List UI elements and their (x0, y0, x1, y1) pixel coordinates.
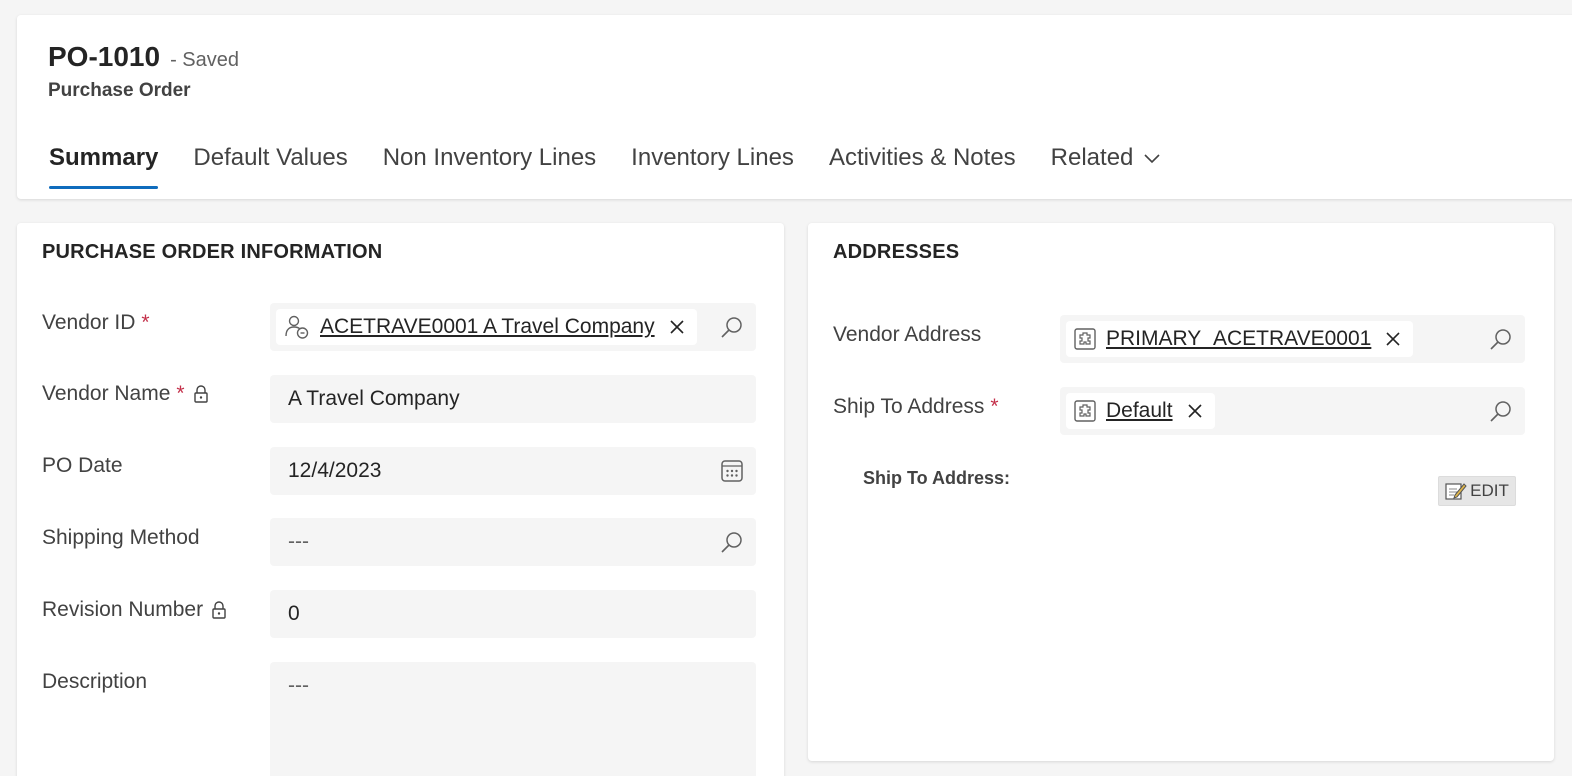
tab-related-label: Related (1050, 144, 1134, 171)
addresses-section: ADDRESSES Vendor Address PRIMARY_ACETRAV… (808, 223, 1554, 761)
record-header: PO-1010 - Saved Purchase Order Summary D… (17, 15, 1572, 199)
shipping-method-label-text: Shipping Method (42, 526, 200, 549)
edit-address-button[interactable]: EDIT (1438, 476, 1516, 506)
vendor-address-link[interactable]: PRIMARY_ACETRAVE0001 (1106, 327, 1371, 351)
vendor-address-chip: PRIMARY_ACETRAVE0001 (1066, 321, 1414, 357)
vendor-address-label-text: Vendor Address (833, 323, 982, 346)
vendor-id-link[interactable]: ACETRAVE0001 A Travel Company (320, 315, 655, 339)
search-icon[interactable] (1489, 399, 1513, 423)
required-marker: * (176, 382, 185, 405)
vendor-name-label: Vendor Name * (42, 382, 209, 406)
section-title: PURCHASE ORDER INFORMATION (42, 241, 383, 263)
close-icon[interactable] (669, 319, 685, 335)
po-date-field[interactable]: 12/4/2023 (270, 447, 756, 495)
required-marker: * (990, 395, 999, 418)
calendar-icon[interactable] (720, 459, 744, 483)
revision-number-field[interactable]: 0 (270, 590, 756, 638)
vendor-icon (284, 314, 310, 340)
address-icon (1074, 400, 1096, 422)
vendor-address-label: Vendor Address (833, 323, 981, 347)
shipping-method-label: Shipping Method (42, 526, 200, 550)
vendor-id-label-text: Vendor ID (42, 311, 136, 334)
lock-icon (193, 385, 209, 403)
required-marker: * (141, 311, 150, 334)
revision-number-label-text: Revision Number (42, 598, 204, 621)
record-title: PO-1010 (48, 41, 161, 72)
tab-default-values[interactable]: Default Values (193, 138, 347, 178)
revision-number-value: 0 (288, 602, 300, 625)
ship-to-address-link[interactable]: Default (1106, 399, 1173, 423)
tab-summary[interactable]: Summary (49, 138, 159, 189)
section-title: ADDRESSES (833, 241, 960, 263)
po-date-value: 12/4/2023 (288, 459, 382, 482)
edit-label: EDIT (1470, 481, 1509, 500)
close-icon[interactable] (1385, 331, 1401, 347)
vendor-id-label: Vendor ID * (42, 311, 150, 335)
vendor-name-field[interactable]: A Travel Company (270, 375, 756, 423)
search-icon[interactable] (720, 315, 744, 339)
description-label-text: Description (42, 670, 148, 693)
tab-bar: Summary Default Values Non Inventory Lin… (49, 138, 1196, 190)
record-status: - Saved (170, 49, 240, 71)
vendor-id-lookup[interactable]: ACETRAVE0001 A Travel Company (270, 303, 756, 351)
revision-number-label: Revision Number (42, 598, 227, 622)
po-date-label-text: PO Date (42, 454, 123, 477)
title-row: PO-1010 - Saved (48, 41, 239, 73)
ship-to-address-label: Ship To Address * (833, 395, 999, 419)
edit-icon (1445, 483, 1467, 500)
description-field[interactable]: --- (270, 662, 756, 776)
ship-to-address-subheading: Ship To Address: (863, 468, 1011, 488)
ship-to-address-lookup[interactable]: Default (1060, 387, 1525, 435)
description-value: --- (288, 674, 309, 697)
description-label: Description (42, 670, 147, 694)
search-icon[interactable] (1489, 327, 1513, 351)
tab-inventory-lines[interactable]: Inventory Lines (631, 138, 794, 178)
tab-activities-notes[interactable]: Activities & Notes (829, 138, 1016, 178)
lock-icon (211, 601, 227, 619)
shipping-method-value: --- (288, 530, 309, 553)
address-icon (1074, 328, 1096, 350)
po-date-label: PO Date (42, 454, 123, 478)
vendor-name-value: A Travel Company (288, 387, 460, 410)
vendor-name-label-text: Vendor Name (42, 382, 171, 405)
vendor-id-chip: ACETRAVE0001 A Travel Company (276, 309, 697, 345)
chevron-down-icon (1143, 152, 1161, 164)
po-information-section: PURCHASE ORDER INFORMATION Vendor ID * A… (17, 223, 784, 776)
tab-non-inventory-lines[interactable]: Non Inventory Lines (383, 138, 596, 178)
vendor-address-lookup[interactable]: PRIMARY_ACETRAVE0001 (1060, 315, 1525, 363)
ship-to-address-label-text: Ship To Address (833, 395, 985, 418)
close-icon[interactable] (1187, 403, 1203, 419)
entity-name: Purchase Order (48, 80, 191, 101)
tab-related[interactable]: Related (1051, 138, 1162, 178)
search-icon[interactable] (720, 530, 744, 554)
ship-to-address-chip: Default (1066, 393, 1215, 429)
shipping-method-lookup[interactable]: --- (270, 518, 756, 566)
